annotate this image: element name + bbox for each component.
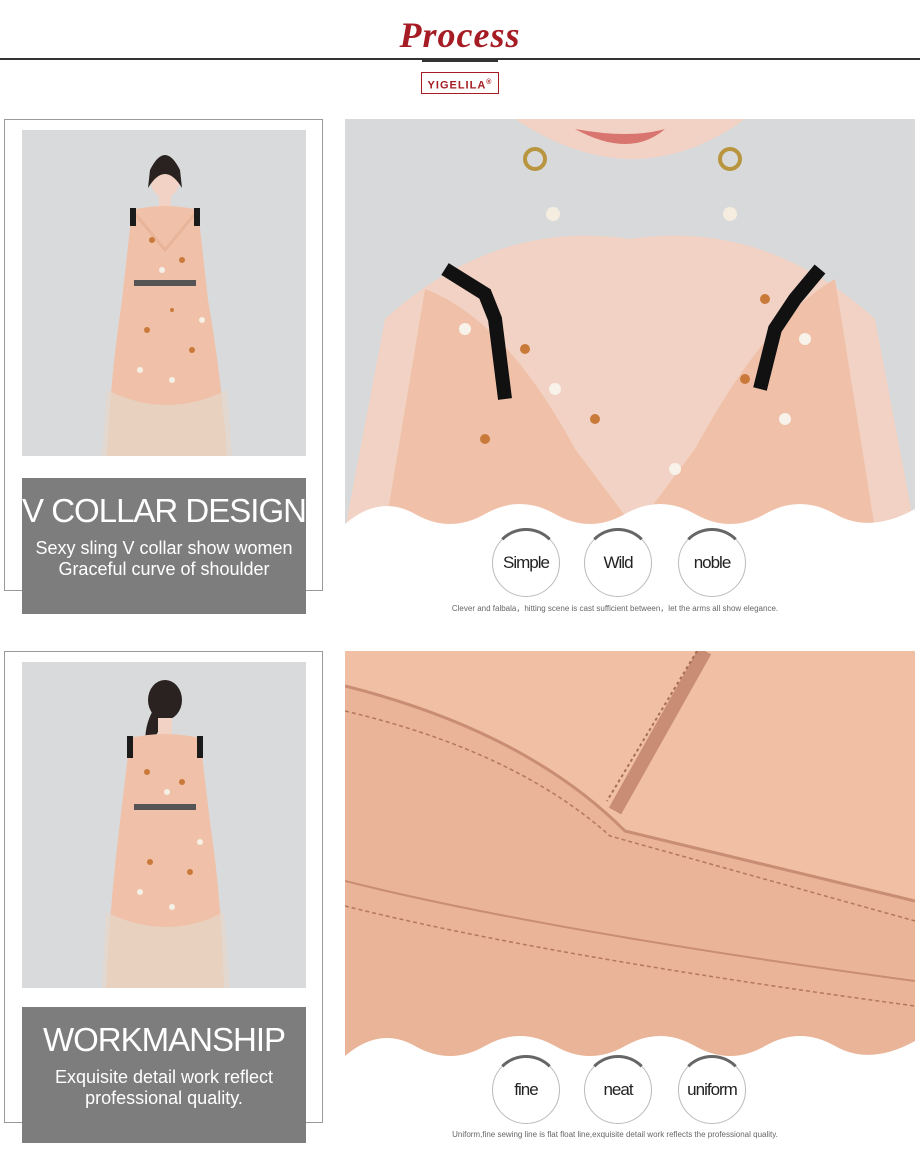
brand-logo: YIGELILA® [421,72,499,94]
section-caption: Uniform,fine sewing line is flat float l… [452,1130,778,1139]
page-title: Process [399,15,521,55]
feature-bubble: neat [583,1055,653,1124]
header-divider-accent [422,58,498,62]
model-front-illustration [102,155,232,456]
feature-line-2: professional quality. [85,1088,243,1108]
model-back-illustration [102,680,230,988]
feature-bubble: fine [491,1055,561,1124]
feature-bubble: uniform [677,1055,747,1124]
seam-illustration [345,651,915,1061]
feature-heading: WORKMANSHIP [42,1021,286,1058]
feature-line-1: Exquisite detail work reflect [54,1067,274,1087]
section-caption: Clever and falbala，hitting scene is cast… [451,604,779,613]
feature-line-2: Graceful curve of shoulder [58,559,270,579]
back-view-photo [22,662,306,988]
feature-box-vcollar: V COLLAR DESIGN Sexy sling V collar show… [22,478,307,614]
brand-name: YIGELILA [427,79,487,92]
feature-box-workmanship: WORKMANSHIP Exquisite detail work reflec… [22,1007,306,1143]
neckline-illustration [345,119,915,529]
registered-mark: ® [486,79,493,86]
feature-heading: V COLLAR DESIGN [22,492,307,529]
feature-line-1: Sexy sling V collar show women [35,538,293,558]
feature-bubble: Simple [491,528,561,597]
seam-closeup-photo [345,651,915,1061]
feature-bubble: noble [677,528,747,597]
front-view-photo [22,130,306,456]
feature-bubble: Wild [583,528,653,597]
neckline-closeup-photo [345,119,915,529]
